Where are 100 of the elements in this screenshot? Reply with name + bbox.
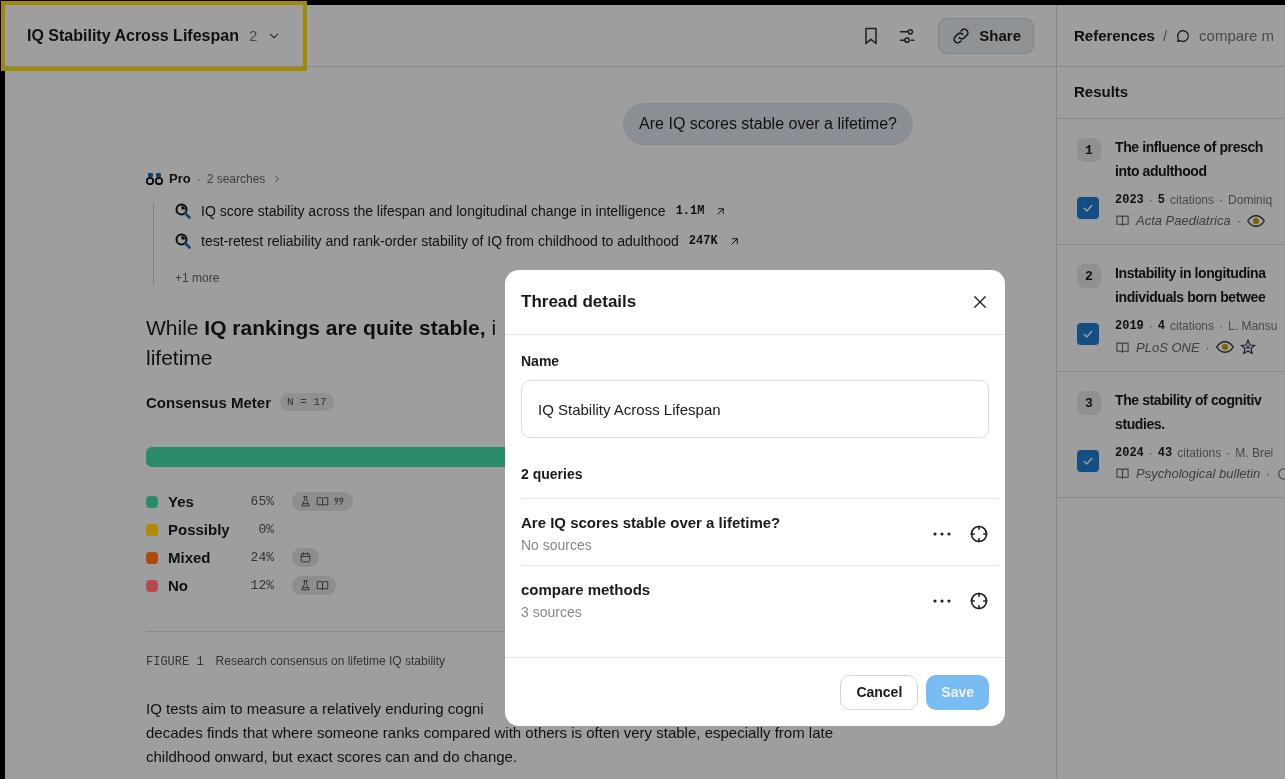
legend-label: Yes: [168, 493, 195, 510]
meta-number: 4: [1157, 319, 1165, 333]
meta-text: citations: [1170, 193, 1215, 207]
close-icon: [971, 293, 989, 311]
crosshair-button[interactable]: [969, 523, 989, 544]
thread-count: 2: [248, 27, 258, 44]
legend-percent: 24%: [249, 550, 274, 565]
references-title: References: [1074, 27, 1155, 44]
quote-icon: [333, 495, 346, 508]
answer-text: childhood onward, but exact scores can and do change.: [146, 747, 518, 767]
separator-dot: ·: [1148, 446, 1153, 460]
journal-name: Acta Paediatrica: [1136, 213, 1231, 228]
query-title: Are IQ scores stable over a lifetime?: [521, 514, 782, 531]
reference-title[interactable]: individuals born betwee: [1115, 285, 1266, 309]
legend-percent: 65%: [249, 494, 274, 509]
name-label: Name: [521, 353, 561, 369]
reference-number: 1: [1077, 138, 1101, 162]
meta-text: Dominiq: [1228, 193, 1273, 207]
answer-heading: While IQ rankings are quite stable, i: [146, 315, 497, 341]
searches-link[interactable]: 2 searches: [206, 171, 266, 186]
answer-text: IQ tests aim to measure a relatively enduring cogni: [146, 699, 484, 719]
results-heading: Results: [1057, 67, 1285, 119]
journal-name: PLoS ONE: [1136, 339, 1200, 355]
legend-percent: 0%: [257, 522, 274, 537]
answer-text: decades finds that where someone ranks compared with others is often very stable, especially from late: [146, 723, 833, 743]
result-count: 247K: [688, 234, 718, 248]
book-icon: [316, 579, 329, 592]
separator-dot: ·: [1266, 466, 1271, 481]
reference-checkbox[interactable]: [1077, 450, 1099, 472]
consensus-title: Consensus Meter: [146, 393, 272, 411]
share-button[interactable]: Share: [938, 17, 1034, 54]
reference-title[interactable]: studies.: [1115, 412, 1165, 436]
separator-dot: ·: [1205, 339, 1210, 355]
flask-icon: [299, 495, 312, 508]
reference-number: 2: [1077, 264, 1101, 288]
meta-number: 2023: [1115, 193, 1144, 207]
reference-title[interactable]: The influence of presch: [1115, 135, 1263, 159]
eye-icon: [1247, 213, 1265, 228]
calendar-icon: [299, 551, 312, 564]
book-icon: [1115, 213, 1130, 228]
eye-icon: [1215, 340, 1234, 354]
legend-label: Possibly: [168, 521, 231, 538]
cancel-button[interactable]: Cancel: [840, 674, 919, 710]
user-message: Are IQ scores stable over a lifetime?: [623, 103, 913, 145]
reference-title[interactable]: into adulthood: [1115, 159, 1207, 183]
separator-dot: ·: [196, 171, 201, 186]
separator-dot: ·: [1236, 213, 1241, 228]
search-query[interactable]: test-retest reliability and rank-order stability of IQ from childhood to adulthood: [201, 233, 679, 249]
legend-label: No: [168, 577, 189, 594]
meta-text: M. Brei: [1235, 446, 1274, 460]
thread-title[interactable]: IQ Stability Across Lifespan: [27, 26, 239, 45]
name-input[interactable]: IQ Stability Across Lifespan: [521, 380, 989, 438]
meta-number: 5: [1157, 193, 1165, 207]
query-sources: 3 sources: [521, 604, 583, 620]
reference-title[interactable]: Instability in longitudina: [1115, 261, 1266, 285]
crosshair-button[interactable]: [969, 590, 989, 611]
meta-number: 2024: [1115, 446, 1144, 460]
meta-text: citations: [1177, 446, 1222, 460]
search-icon: [175, 203, 191, 219]
separator-dot: ·: [1226, 446, 1231, 460]
reference-checkbox[interactable]: [1077, 323, 1099, 345]
journal-name: Psychological bulletin: [1136, 466, 1261, 481]
reference-number: 3: [1077, 391, 1101, 415]
legend-label: Mixed: [168, 549, 212, 566]
binoculars-icon: [146, 172, 163, 185]
more-options-button[interactable]: [933, 598, 951, 603]
result-count: 1.1M: [675, 204, 705, 218]
flask-icon: [299, 579, 312, 592]
book-icon: [1115, 466, 1130, 481]
query-title: compare methods: [521, 581, 652, 598]
query-sources: No sources: [521, 537, 593, 553]
legend-percent: 12%: [249, 578, 274, 593]
queries-heading: 2 queries: [521, 466, 999, 499]
separator-dot: ·: [1219, 193, 1224, 207]
figure-caption: Research consensus on lifetime IQ stability: [215, 654, 446, 668]
meta-text: L. Mansu: [1228, 319, 1278, 333]
thread-breadcrumb[interactable]: compare m: [1199, 27, 1275, 44]
meta-text: citations: [1170, 319, 1215, 333]
close-button[interactable]: [971, 293, 989, 311]
separator-dot: ·: [1148, 319, 1153, 333]
search-icon: [175, 233, 191, 249]
separator-dot: ·: [1219, 319, 1224, 333]
reference-checkbox[interactable]: [1077, 197, 1099, 219]
more-link[interactable]: +1 more: [175, 271, 220, 285]
star-icon: [1239, 339, 1256, 355]
pro-label: Pro: [169, 171, 191, 186]
meta-number: 43: [1157, 446, 1173, 460]
meta-number: 2019: [1115, 319, 1144, 333]
dialog-title: Thread details: [521, 292, 637, 312]
book-icon: [316, 495, 329, 508]
breadcrumb-separator: /: [1162, 27, 1168, 44]
more-options-button[interactable]: [933, 531, 951, 536]
figure-label: FIGURE 1: [146, 655, 204, 669]
search-query[interactable]: IQ score stability across the lifespan and longitudinal change in intelligence: [201, 203, 666, 219]
separator-dot: ·: [1148, 193, 1153, 207]
answer-heading: lifetime: [146, 345, 213, 371]
book-icon: [1115, 339, 1130, 355]
reference-title[interactable]: The stability of cognitiv: [1115, 388, 1262, 412]
sample-size-badge: N = 17: [280, 393, 334, 411]
link-icon: [951, 25, 972, 46]
